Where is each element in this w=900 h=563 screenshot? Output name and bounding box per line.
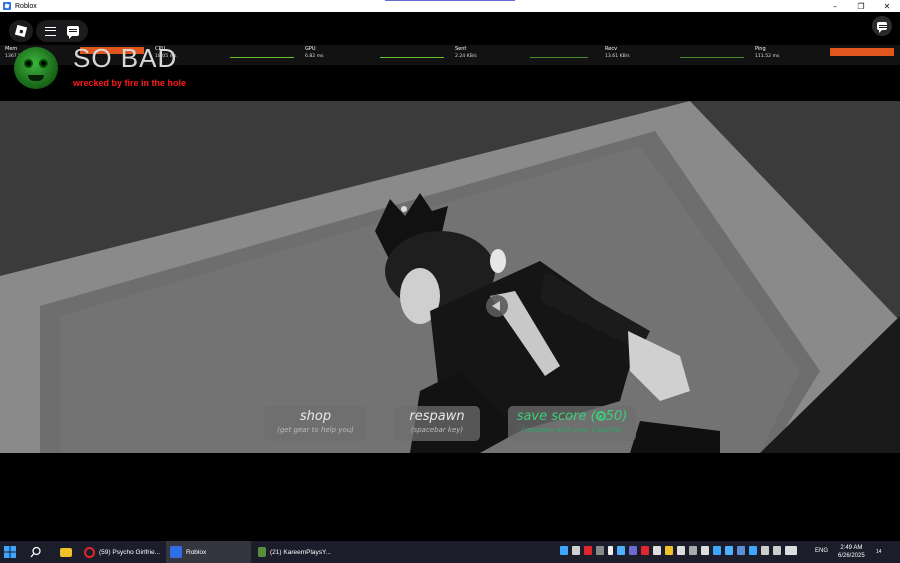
death-cause: wrecked by fire in the hole (73, 78, 187, 88)
tray-app-icon-10[interactable] (677, 546, 685, 555)
minimize-button[interactable]: – (822, 0, 848, 12)
tray-app-icon-6[interactable] (629, 546, 637, 555)
killer-avatar (14, 47, 58, 89)
cpu-graph (230, 54, 294, 58)
taskbar-item-browser-label: (21) KareemPlaysY... (270, 548, 331, 556)
taskbar-item-browser[interactable]: (21) KareemPlaysY... (254, 541, 339, 563)
window-title: Roblox (15, 2, 37, 10)
system-tray (560, 546, 797, 558)
tray-app-icon-11[interactable] (689, 546, 697, 555)
tray-app-icon-5[interactable] (617, 546, 625, 555)
hamburger-menu-icon[interactable] (45, 26, 57, 36)
shop-button[interactable]: shop (get gear to help you) (264, 406, 367, 441)
points-coin-icon (595, 411, 606, 421)
gpu-graph (380, 54, 444, 58)
chat-toggle-button[interactable] (872, 16, 892, 36)
save-score-button[interactable]: save score ( 50) (respawn with your 0 poi… (508, 406, 636, 441)
app-icon (258, 547, 266, 557)
tray-app-icon-9[interactable] (665, 546, 673, 555)
stat-recv-value: 13.61 KB/s (605, 54, 630, 59)
shop-button-hint: (get gear to help you) (277, 426, 354, 434)
search-icon (30, 546, 41, 558)
respawn-button-label: respawn (409, 409, 465, 424)
tray-app-icon-2[interactable] (572, 546, 580, 555)
avatar-left-eye (24, 59, 33, 68)
respawn-button-hint: (spacebar key) (410, 426, 464, 434)
sent-graph (530, 54, 588, 58)
tray-app-icon-13[interactable] (713, 546, 721, 555)
microphone-icon[interactable] (608, 546, 613, 555)
avatar-mouth (28, 75, 44, 81)
shop-button-label: shop (299, 409, 332, 424)
notification-count: 14 (876, 549, 882, 555)
stat-gpu-label: GPU (305, 46, 316, 52)
title-bar: Roblox – ❐ ✕ (0, 0, 900, 12)
chat-bubble-icon (877, 22, 887, 33)
taskbar-item-roblox[interactable]: Roblox (166, 541, 251, 563)
windows-taskbar: (59) Psycho Girlfrie... Roblox (21) Kare… (0, 541, 900, 563)
recv-graph (680, 54, 744, 58)
maximize-button[interactable]: ❐ (848, 0, 874, 12)
taskbar-clock[interactable]: 2:49 AM 6/26/2025 (838, 544, 865, 560)
stat-recv[interactable]: Recv 13.61 KB/s (605, 46, 630, 60)
stat-ping-label: Ping (755, 46, 766, 52)
stat-sent-value: 2.24 KB/s (455, 54, 477, 59)
tray-app-icon-7[interactable] (641, 546, 649, 555)
stat-gpu-value: 6.82 ms (305, 54, 324, 59)
tray-app-icon-3[interactable] (584, 546, 592, 555)
tray-app-icon-4[interactable] (596, 546, 604, 555)
roblox-menu-button[interactable] (9, 20, 33, 42)
respawn-button[interactable]: respawn (spacebar key) (394, 406, 480, 441)
taskbar-item-roblox-label: Roblox (186, 548, 207, 556)
notification-center-button[interactable]: 14 (876, 541, 890, 563)
wifi-icon[interactable] (761, 546, 769, 555)
opera-icon (84, 546, 95, 558)
tray-app-icon-8[interactable] (653, 546, 661, 555)
roblox-window: Roblox – ❐ ✕ Mem 1367.88 MB CPU 18.05 ms… (0, 0, 900, 541)
save-score-label: save score ( 50) (508, 409, 636, 424)
tray-app-icon-1[interactable] (560, 546, 568, 555)
keyboard-icon[interactable] (785, 546, 797, 555)
death-headline: SO BAD (73, 43, 178, 73)
roblox-taskbar-icon (170, 546, 182, 558)
ping-bar (830, 48, 894, 56)
search-button[interactable] (30, 541, 48, 563)
stat-ping-value: 111.52 ms (755, 54, 780, 59)
start-button[interactable] (4, 541, 20, 563)
game-topbar (0, 12, 900, 46)
menu-pill (36, 20, 88, 42)
steam-icon[interactable] (725, 546, 733, 555)
stat-recv-label: Recv (605, 46, 618, 52)
avatar-right-eye (39, 59, 48, 68)
stat-sent-label: Sent (455, 46, 467, 52)
clock-time: 2:49 AM (840, 545, 863, 551)
scene-graphic (0, 101, 900, 453)
save-score-text: save score ( (516, 409, 596, 424)
roblox-app-icon (3, 2, 11, 10)
chat-icon[interactable] (66, 26, 79, 39)
close-button[interactable]: ✕ (874, 0, 900, 12)
taskbar-item-opera-label: (59) Psycho Girlfrie... (99, 548, 161, 556)
language-indicator[interactable]: ENG (815, 548, 828, 554)
clock-date: 6/26/2025 (838, 553, 865, 559)
save-score-points: 50) (605, 409, 628, 424)
tray-app-icon-15[interactable] (749, 546, 757, 555)
tray-app-icon-14[interactable] (737, 546, 745, 555)
file-explorer-button[interactable] (56, 541, 76, 563)
tray-app-icon-16[interactable] (773, 546, 781, 555)
windows-start-icon (4, 546, 16, 558)
roblox-logo-icon (14, 24, 28, 38)
title-highlight (385, 0, 515, 1)
folder-icon (60, 547, 72, 557)
save-score-hint: (respawn with your 0 points) (521, 426, 623, 434)
tray-app-icon-12[interactable] (701, 546, 709, 555)
stat-gpu[interactable]: GPU 6.82 ms (305, 46, 324, 60)
stat-ping[interactable]: Ping 111.52 ms (755, 46, 779, 60)
stat-sent[interactable]: Sent 2.24 KB/s (455, 46, 477, 60)
taskbar-item-opera[interactable]: (59) Psycho Girlfrie... (80, 541, 162, 563)
window-controls: – ❐ ✕ (822, 0, 900, 12)
game-viewport[interactable] (0, 101, 900, 453)
